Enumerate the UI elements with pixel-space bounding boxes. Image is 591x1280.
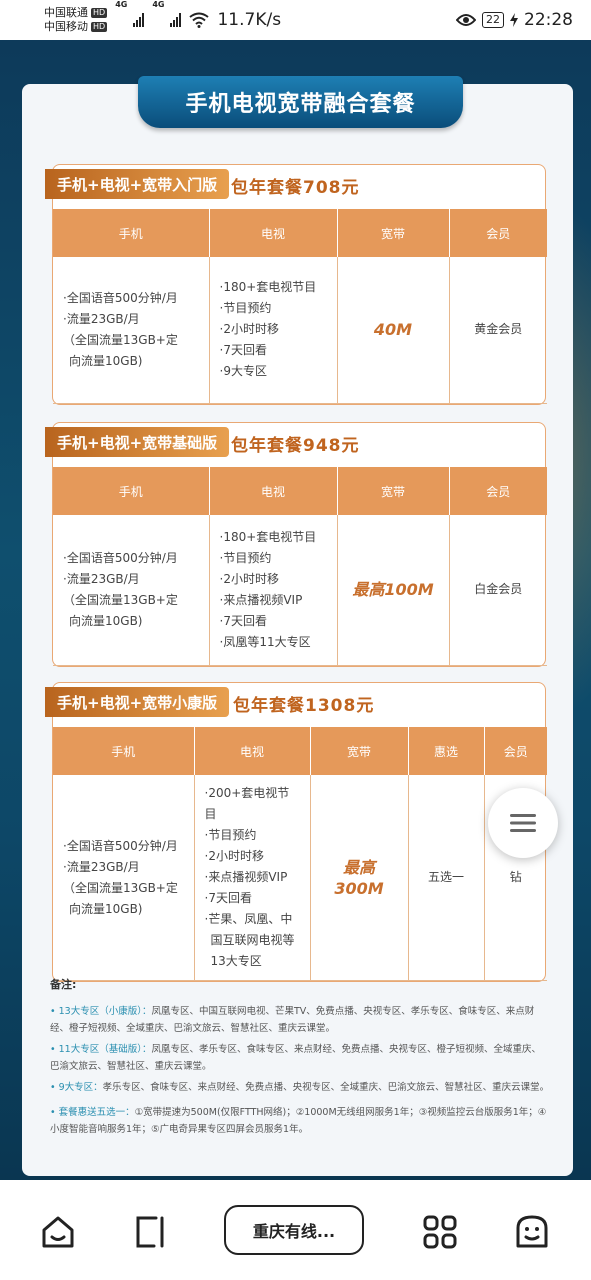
package-table: 手机 电视 宽带 会员 ·全国语音500分钟/月 ·流量23GB/月 （全国流量… xyxy=(53,209,547,404)
col-member: 会员 xyxy=(448,209,547,257)
table-header-row: 手机 电视 宽带 会员 xyxy=(53,209,547,257)
network-speed: 11.7K/s xyxy=(217,10,282,30)
address-bar[interactable]: 重庆有线... xyxy=(224,1205,364,1255)
package-price: 包年套餐948元 xyxy=(231,436,360,456)
signal-icon xyxy=(133,13,145,27)
package-header: 手机+电视+宽带基础版 包年套餐948元 xyxy=(45,423,545,467)
package-tag: 手机+电视+宽带入门版 xyxy=(45,169,230,199)
notes-title: 备注: xyxy=(50,978,77,991)
broadband-cell: 40M xyxy=(336,257,449,404)
note-item: • 9大专区：孝乐专区、食味专区、来点财经、免费点播、央视专区、全域重庆、巴渝文… xyxy=(50,1082,550,1093)
package-header: 手机+电视+宽带小康版 包年套餐1308元 xyxy=(45,683,545,727)
col-tv: 电视 xyxy=(208,209,337,257)
carrier-2: 中国移动 xyxy=(44,20,88,33)
signal-icon xyxy=(170,13,182,27)
package-card-basic: 手机+电视+宽带入门版 包年套餐708元 手机 电视 宽带 会员 ·全国语音50… xyxy=(45,164,547,405)
apps-grid-icon[interactable] xyxy=(420,1212,460,1252)
notes-section: 备注: • 13大专区（小康版）：凤凰专区、中国互联网电视、芒果TV、免费点播、… xyxy=(50,976,550,1142)
home-icon[interactable] xyxy=(38,1212,78,1252)
signal-tag: 4G xyxy=(115,0,128,9)
package-price: 包年套餐1308元 xyxy=(233,696,375,716)
tv-cell: ·200+套电视节目 ·节目预约 ·2小时时移 ·来点播视频VIP ·7天回看 … xyxy=(193,775,310,981)
col-offer: 惠选 xyxy=(407,727,484,775)
broadband-cell: 最高100M xyxy=(336,515,449,666)
table-row: ·全国语音500分钟/月 ·流量23GB/月 （全国流量13GB+定 向流量10… xyxy=(53,257,547,404)
package-tag: 手机+电视+宽带小康版 xyxy=(45,687,230,717)
col-broadband: 宽带 xyxy=(336,467,449,515)
eye-icon xyxy=(456,14,476,26)
member-cell: 白金会员 xyxy=(448,515,547,666)
offer-cell: 五选一 xyxy=(407,775,484,981)
col-phone: 手机 xyxy=(53,209,209,257)
clock: 22:28 xyxy=(524,10,573,30)
carrier-1: 中国联通 xyxy=(44,6,88,19)
package-table: 手机 电视 宽带 会员 ·全国语音500分钟/月 ·流量23GB/月 （全国流量… xyxy=(53,467,547,666)
phone-cell: ·全国语音500分钟/月 ·流量23GB/月 （全国流量13GB+定 向流量10… xyxy=(53,257,209,404)
col-member: 会员 xyxy=(483,727,547,775)
tv-cell: ·180+套电视节目 ·节目预约 ·2小时时移 ·来点播视频VIP ·7天回看 … xyxy=(208,515,337,666)
table-row: ·全国语音500分钟/月 ·流量23GB/月 （全国流量13GB+定 向流量10… xyxy=(53,775,547,981)
note-item: • 13大专区（小康版）：凤凰专区、中国互联网电视、芒果TV、免费点播、央视专区… xyxy=(50,1006,535,1034)
hd-badge: HD xyxy=(91,22,108,32)
package-table: 手机 电视 宽带 惠选 会员 ·全国语音500分钟/月 ·流量23GB/月 （全… xyxy=(53,727,547,981)
profile-face-icon[interactable] xyxy=(512,1212,552,1252)
carrier-info: 中国联通 HD 中国移动 HD xyxy=(44,6,108,34)
tabs-icon[interactable] xyxy=(130,1212,170,1252)
package-header: 手机+电视+宽带入门版 包年套餐708元 xyxy=(45,165,545,209)
col-phone: 手机 xyxy=(53,467,209,515)
col-tv: 电视 xyxy=(208,467,337,515)
package-card-premium: 手机+电视+宽带小康版 包年套餐1308元 手机 电视 宽带 惠选 会员 ·全国… xyxy=(45,682,547,982)
broadband-cell: 最高300M xyxy=(309,775,408,981)
browser-app: 中国联通 HD 中国移动 HD 4G 4G 11.7K/s 22 22:28 手机电… xyxy=(0,0,591,1280)
web-content[interactable]: 手机电视宽带融合套餐 手机+电视+宽带入门版 包年套餐708元 手机 电视 宽带… xyxy=(0,40,591,1180)
package-price: 包年套餐708元 xyxy=(231,178,360,198)
col-member: 会员 xyxy=(448,467,547,515)
col-broadband: 宽带 xyxy=(309,727,408,775)
col-tv: 电视 xyxy=(193,727,310,775)
package-card-standard: 手机+电视+宽带基础版 包年套餐948元 手机 电视 宽带 会员 ·全国语音50… xyxy=(45,422,547,667)
signal-tag: 4G xyxy=(152,0,165,9)
table-header-row: 手机 电视 宽带 会员 xyxy=(53,467,547,515)
status-right: 22 22:28 xyxy=(456,10,573,30)
note-item: • 11大专区（基础版）：凤凰专区、孝乐专区、食味专区、来点财经、免费点播、央视… xyxy=(50,1044,541,1072)
menu-icon xyxy=(510,814,536,832)
hd-badge: HD xyxy=(91,8,108,18)
phone-cell: ·全国语音500分钟/月 ·流量23GB/月 （全国流量13GB+定 向流量10… xyxy=(53,515,209,666)
status-bar: 中国联通 HD 中国移动 HD 4G 4G 11.7K/s 22 22:28 xyxy=(0,0,591,40)
wifi-icon xyxy=(189,12,210,28)
charging-icon xyxy=(510,13,518,27)
table-header-row: 手机 电视 宽带 惠选 会员 xyxy=(53,727,547,775)
battery-level: 22 xyxy=(482,12,504,28)
package-tag: 手机+电视+宽带基础版 xyxy=(45,427,230,457)
col-phone: 手机 xyxy=(53,727,194,775)
col-broadband: 宽带 xyxy=(336,209,449,257)
tv-cell: ·180+套电视节目 ·节目预约 ·2小时时移 ·7天回看 ·9大专区 xyxy=(208,257,337,404)
note-item: • 套餐惠送五选一：①宽带提速为500M(仅限FTTH网络)；②1000M无线组… xyxy=(50,1107,547,1135)
member-cell: 黄金会员 xyxy=(448,257,547,404)
page-title: 手机电视宽带融合套餐 xyxy=(185,92,416,117)
floating-menu-button[interactable] xyxy=(488,788,558,858)
page-banner: 手机电视宽带融合套餐 xyxy=(138,76,463,128)
phone-cell: ·全国语音500分钟/月 ·流量23GB/月 （全国流量13GB+定 向流量10… xyxy=(53,775,194,981)
table-row: ·全国语音500分钟/月 ·流量23GB/月 （全国流量13GB+定 向流量10… xyxy=(53,515,547,666)
